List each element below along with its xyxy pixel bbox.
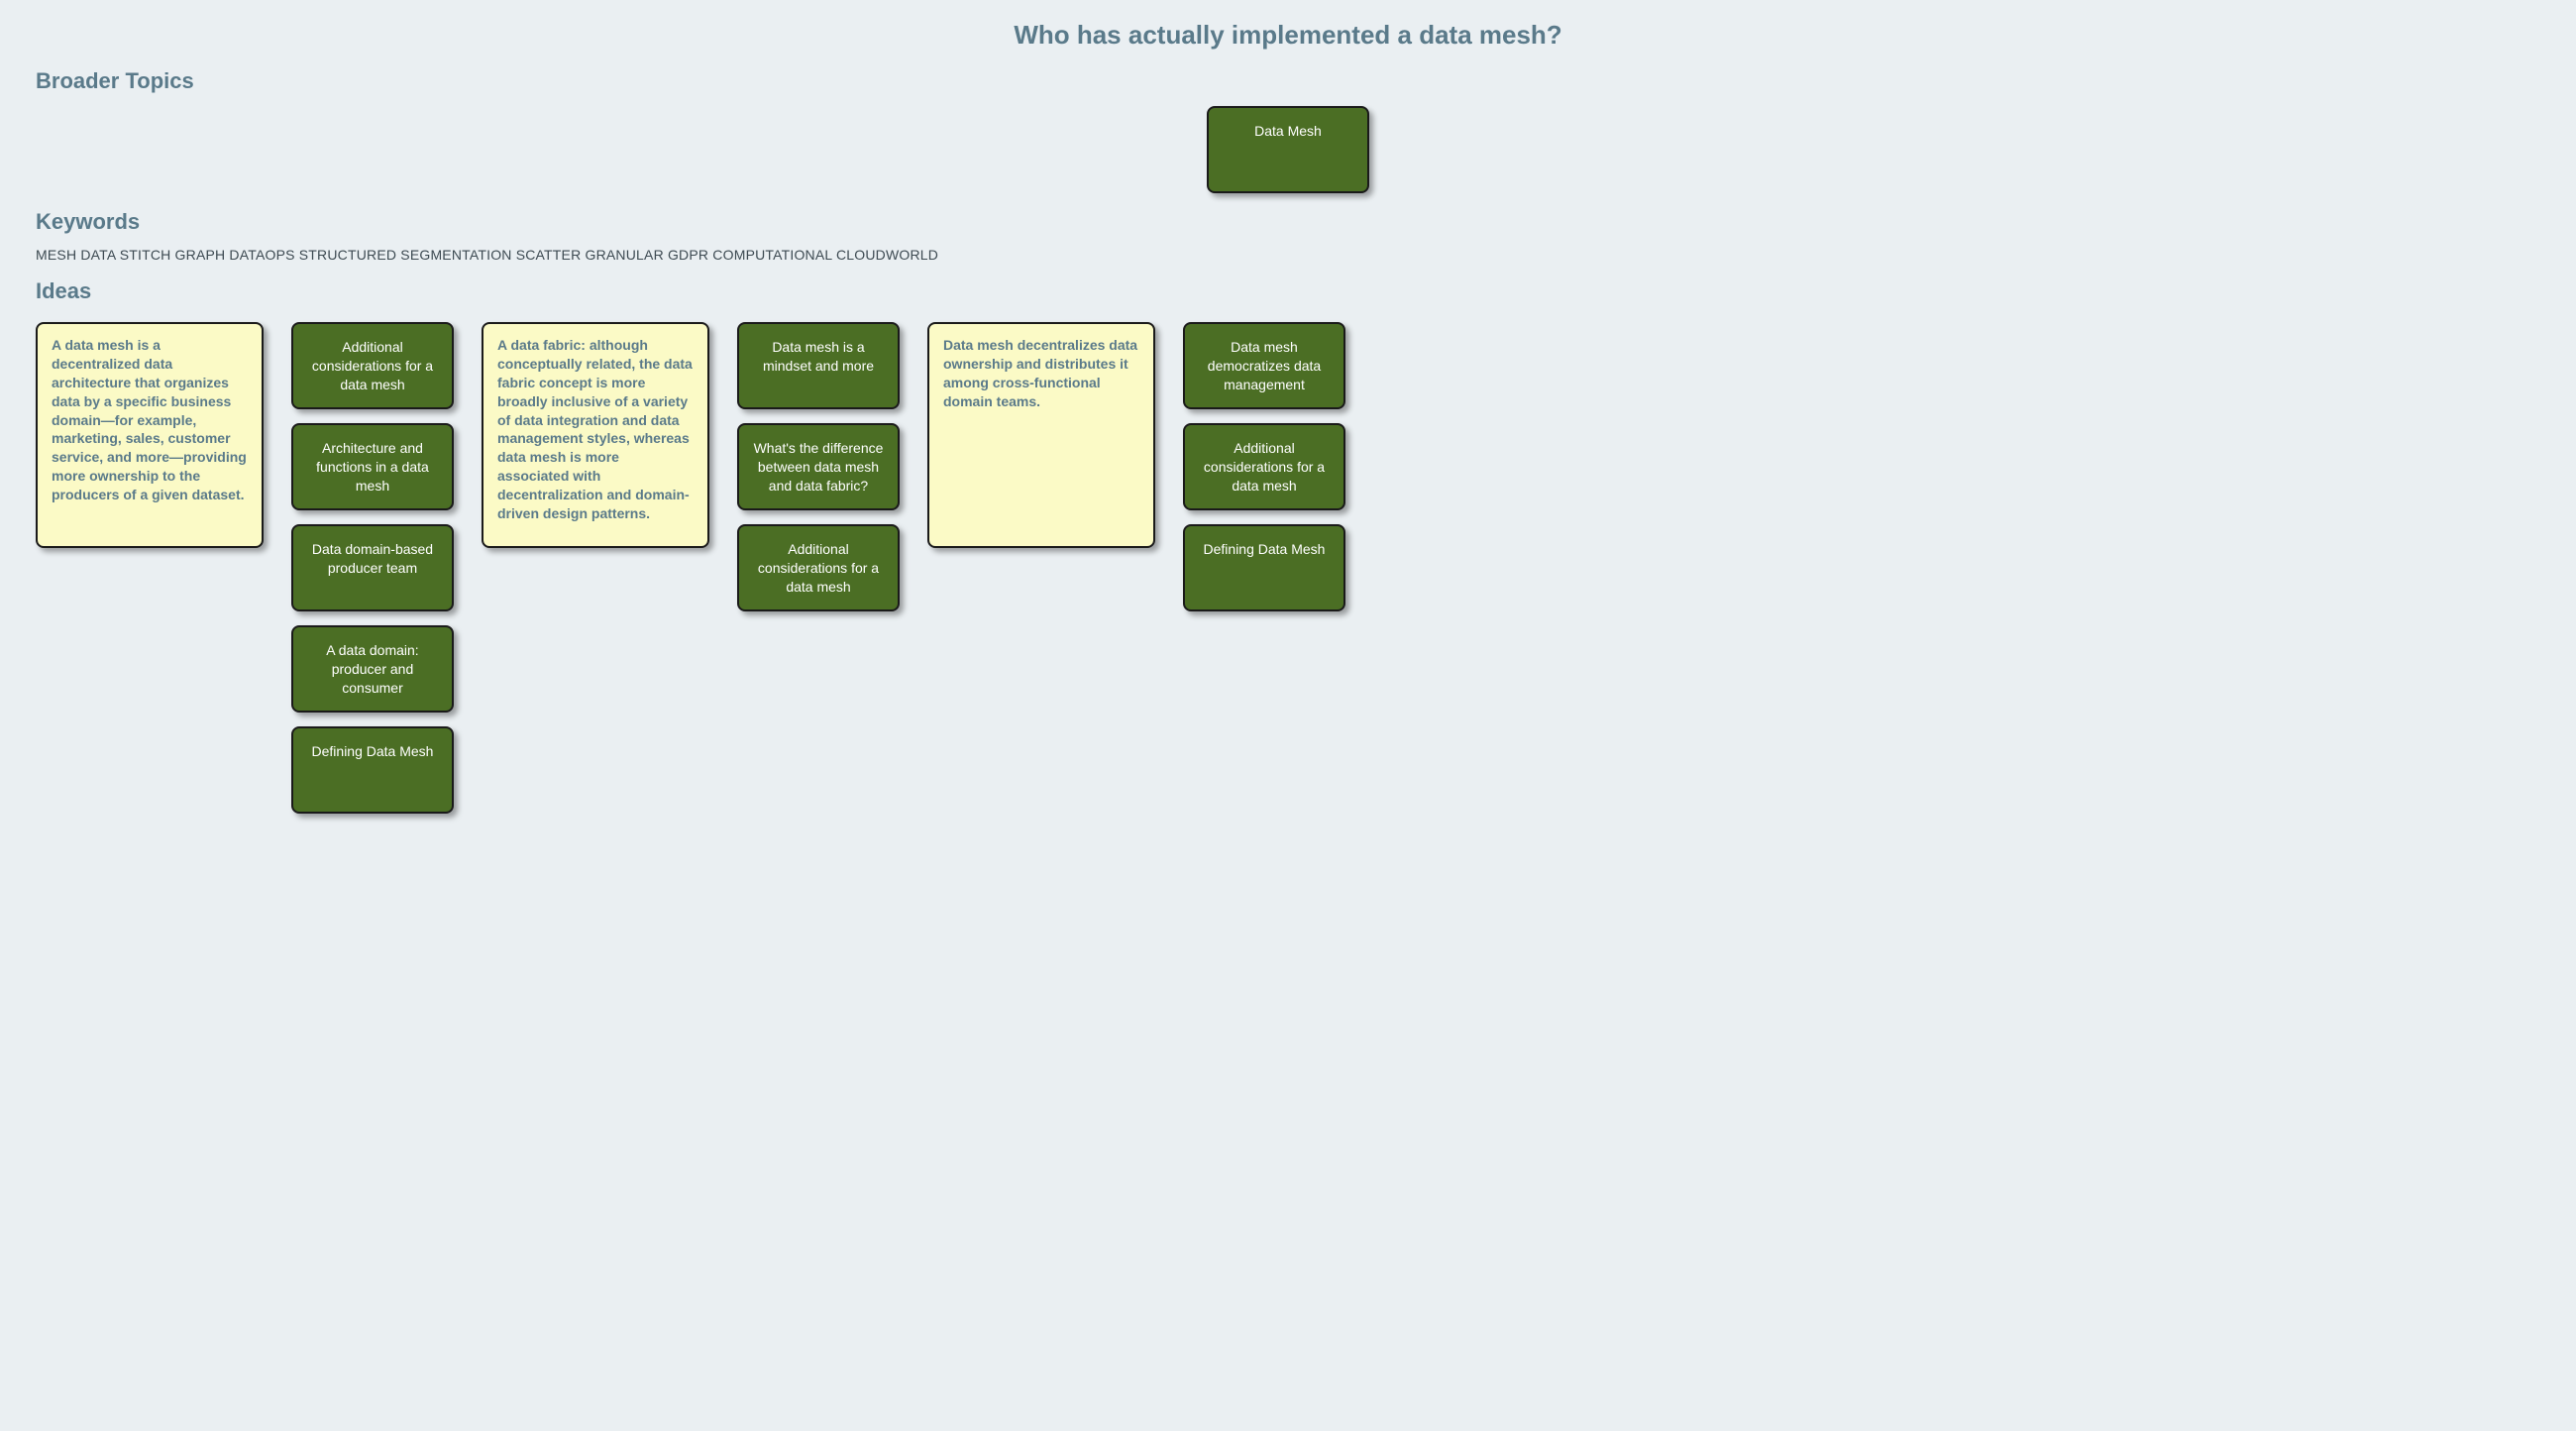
- idea-group-3-stack: Data mesh democratizes data management A…: [1183, 322, 1345, 611]
- broader-topic-label: Data Mesh: [1254, 123, 1322, 139]
- section-heading-keywords: Keywords: [36, 209, 2540, 235]
- idea-card-label: Additional considerations for a data mes…: [1199, 439, 1330, 495]
- idea-card-label: Additional considerations for a data mes…: [753, 540, 884, 597]
- keywords-list: MESH DATA STITCH GRAPH DATAOPS STRUCTURE…: [36, 247, 2540, 263]
- idea-card-label: Defining Data Mesh: [1204, 540, 1326, 559]
- idea-card[interactable]: Defining Data Mesh: [1183, 524, 1345, 611]
- idea-card-label: Data domain-based producer team: [307, 540, 438, 578]
- idea-group-1-stack: Additional considerations for a data mes…: [291, 322, 454, 814]
- idea-card-label: What's the difference between data mesh …: [753, 439, 884, 495]
- idea-card[interactable]: A data domain: producer and consumer: [291, 625, 454, 713]
- section-heading-ideas: Ideas: [36, 278, 2540, 304]
- idea-card[interactable]: Additional considerations for a data mes…: [291, 322, 454, 409]
- idea-card-label: Additional considerations for a data mes…: [307, 338, 438, 394]
- idea-lead-card[interactable]: Data mesh decentralizes data ownership a…: [927, 322, 1155, 548]
- idea-group-2-stack: Data mesh is a mindset and more What's t…: [737, 322, 900, 611]
- broader-topics-row: Data Mesh: [36, 106, 2540, 193]
- idea-card-label: Data mesh is a mindset and more: [753, 338, 884, 376]
- idea-card[interactable]: Additional considerations for a data mes…: [1183, 423, 1345, 510]
- idea-card[interactable]: Additional considerations for a data mes…: [737, 524, 900, 611]
- idea-card[interactable]: What's the difference between data mesh …: [737, 423, 900, 510]
- idea-card-label: Data mesh democratizes data management: [1199, 338, 1330, 394]
- ideas-grid: A data mesh is a decentralized data arch…: [36, 322, 2540, 814]
- idea-card[interactable]: Data mesh is a mindset and more: [737, 322, 900, 409]
- idea-lead-card[interactable]: A data mesh is a decentralized data arch…: [36, 322, 264, 548]
- page-title: Who has actually implemented a data mesh…: [36, 20, 2540, 51]
- idea-lead-text: Data mesh decentralizes data ownership a…: [943, 337, 1137, 409]
- idea-card[interactable]: Defining Data Mesh: [291, 726, 454, 814]
- idea-card[interactable]: Data domain-based producer team: [291, 524, 454, 611]
- idea-card[interactable]: Architecture and functions in a data mes…: [291, 423, 454, 510]
- idea-card-label: Architecture and functions in a data mes…: [307, 439, 438, 495]
- idea-card-label: Defining Data Mesh: [312, 742, 434, 761]
- broader-topic-card[interactable]: Data Mesh: [1207, 106, 1369, 193]
- idea-card[interactable]: Data mesh democratizes data management: [1183, 322, 1345, 409]
- idea-group-3-lead-column: Data mesh decentralizes data ownership a…: [927, 322, 1155, 548]
- idea-lead-text: A data mesh is a decentralized data arch…: [52, 337, 247, 502]
- section-heading-broader: Broader Topics: [36, 68, 2540, 94]
- idea-lead-card[interactable]: A data fabric: although conceptually rel…: [482, 322, 709, 548]
- idea-lead-text: A data fabric: although conceptually rel…: [497, 337, 693, 521]
- idea-card-label: A data domain: producer and consumer: [307, 641, 438, 698]
- idea-group-2-lead-column: A data fabric: although conceptually rel…: [482, 322, 709, 548]
- idea-group-1-lead-column: A data mesh is a decentralized data arch…: [36, 322, 264, 548]
